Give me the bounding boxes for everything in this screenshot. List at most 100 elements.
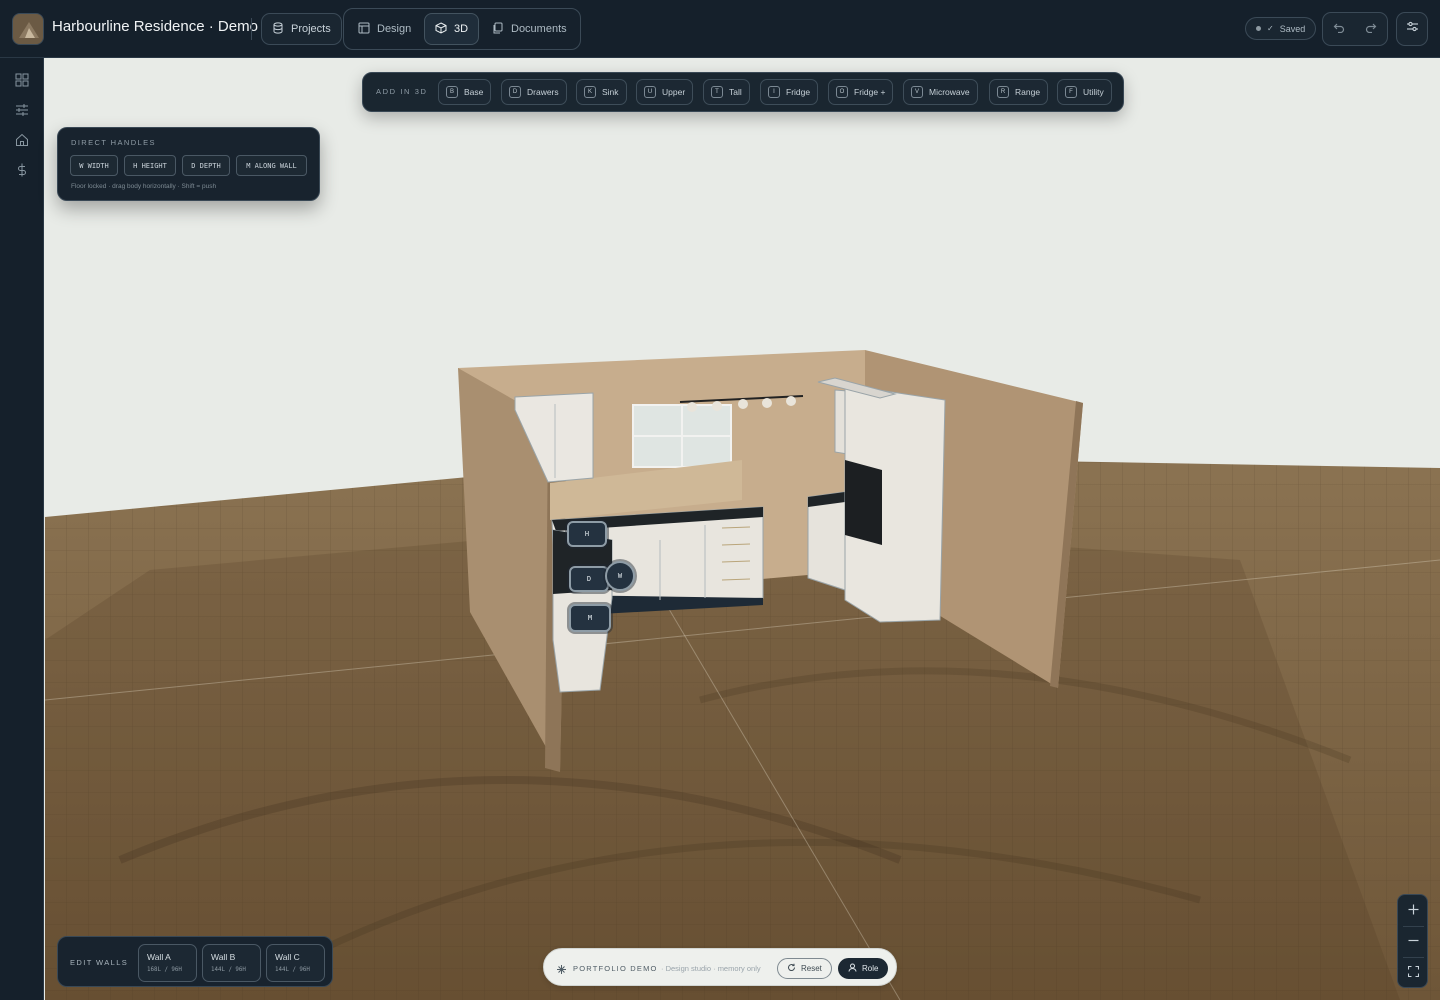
view-mode-group: Design 3D Documents xyxy=(343,8,581,50)
layout-icon xyxy=(358,22,370,37)
plus-icon xyxy=(1408,902,1419,920)
add-button-label: Drawers xyxy=(527,87,559,97)
panel-title: EDIT WALLS xyxy=(70,958,129,967)
top-bar: Harbourline Residence · Demo Projects De… xyxy=(0,0,1440,58)
shortcut-key: T xyxy=(711,86,723,98)
undo-icon[interactable] xyxy=(1333,20,1345,38)
add-button-label: Base xyxy=(464,87,484,97)
expand-icon xyxy=(1407,964,1420,982)
fullscreen-button[interactable] xyxy=(1398,957,1429,988)
add-button-label: Microwave xyxy=(929,87,970,97)
projects-label: Projects xyxy=(291,23,331,35)
width-handle-chip[interactable]: W WIDTH xyxy=(70,155,118,176)
shortcut-key: I xyxy=(768,86,780,98)
add-in-3d-toolbar: ADD IN 3D B Base D Drawers K Sink U Upper TT… xyxy=(362,72,1124,112)
settings-button[interactable] xyxy=(1396,12,1428,46)
documents-icon xyxy=(492,22,504,37)
wall-dimensions: 144L / 96H xyxy=(211,967,246,973)
database-icon xyxy=(272,21,284,37)
demo-label: PORTFOLIO DEMO xyxy=(573,964,658,973)
demo-subtitle: · Design studio · memory only xyxy=(661,964,761,973)
role-label: Role xyxy=(862,964,879,973)
save-status-badge: ✓ Saved xyxy=(1245,17,1317,40)
add-button-label: Tall xyxy=(729,87,742,97)
shortcut-key: F xyxy=(1065,86,1077,98)
shortcut-key: D xyxy=(509,86,521,98)
add-upper-button[interactable]: U Upper xyxy=(636,79,694,105)
depth-handle-chip[interactable]: D DEPTH xyxy=(182,155,230,176)
add-tall-button[interactable]: T Tall xyxy=(703,79,750,105)
edit-walls-panel: EDIT WALLS Wall A 168L / 96H Wall B 144L… xyxy=(57,936,333,987)
dollar-icon[interactable] xyxy=(13,161,31,179)
wall-b-button[interactable]: Wall B 144L / 96H xyxy=(202,944,261,982)
app-logo[interactable] xyxy=(12,13,44,45)
divider xyxy=(251,18,252,40)
minus-icon xyxy=(1408,933,1419,951)
shortcut-key: R xyxy=(997,86,1009,98)
wall-name: Wall C xyxy=(275,952,300,962)
width-handle[interactable]: W xyxy=(605,561,635,591)
sparkle-icon xyxy=(556,962,567,980)
add-button-label: Fridge + xyxy=(854,87,886,97)
add-fridge-button[interactable]: I Fridge xyxy=(760,79,819,105)
reset-label: Reset xyxy=(801,964,822,973)
tab-3d-label: 3D xyxy=(454,23,469,35)
panel-title: DIRECT HANDLES xyxy=(71,138,156,147)
cube-icon xyxy=(435,21,447,37)
sliders-icon xyxy=(1406,20,1419,38)
add-range-button[interactable]: R Range xyxy=(989,79,1049,105)
saved-label: Saved xyxy=(1279,23,1306,34)
height-handle-chip[interactable]: H HEIGHT xyxy=(124,155,176,176)
refresh-icon xyxy=(787,963,796,974)
add3d-label: ADD IN 3D xyxy=(376,87,428,96)
history-group xyxy=(1322,12,1388,46)
shortcut-key: U xyxy=(644,86,656,98)
portfolio-demo-bar: PORTFOLIO DEMO · Design studio · memory … xyxy=(543,948,897,986)
projects-button[interactable]: Projects xyxy=(261,13,342,45)
zoom-controls xyxy=(1397,894,1428,988)
height-handle[interactable]: H xyxy=(567,521,607,547)
zoom-in-button[interactable] xyxy=(1398,895,1429,926)
add-base-button[interactable]: B Base xyxy=(438,79,492,105)
redo-icon[interactable] xyxy=(1365,20,1377,38)
role-button[interactable]: Role xyxy=(838,958,889,979)
app-title: Harbourline Residence · Demo xyxy=(52,18,258,35)
handles-hint: Floor locked · drag body horizontally · … xyxy=(71,183,217,190)
add-utility-button[interactable]: F Utility xyxy=(1057,79,1112,105)
tab-design[interactable]: Design xyxy=(348,13,421,45)
shortcut-key: O xyxy=(836,86,848,98)
wall-name: Wall B xyxy=(211,952,236,962)
left-sidebar xyxy=(0,58,44,1000)
add-button-label: Sink xyxy=(602,87,619,97)
zoom-out-button[interactable] xyxy=(1398,926,1429,957)
wall-c-button[interactable]: Wall C 144L / 96H xyxy=(266,944,325,982)
move-along-wall-handle[interactable]: M xyxy=(569,604,611,632)
tab-design-label: Design xyxy=(377,23,412,35)
add-drawers-button[interactable]: D Drawers xyxy=(501,79,567,105)
add-button-label: Fridge xyxy=(786,87,811,97)
grid-icon[interactable] xyxy=(13,71,31,89)
tab-documents[interactable]: Documents xyxy=(482,13,577,45)
add-fridge-plus-button[interactable]: O Fridge + xyxy=(828,79,894,105)
direct-handles-panel: DIRECT HANDLES W WIDTH H HEIGHT D DEPTH … xyxy=(57,127,320,201)
shortcut-key: B xyxy=(446,86,458,98)
wall-a-button[interactable]: Wall A 168L / 96H xyxy=(138,944,197,982)
depth-handle[interactable]: D xyxy=(569,566,609,592)
user-icon xyxy=(848,963,857,974)
add-button-label: Upper xyxy=(662,87,686,97)
reset-button[interactable]: Reset xyxy=(777,958,832,979)
shortcut-key: V xyxy=(911,86,923,98)
adjustments-icon[interactable] xyxy=(13,101,31,119)
shortcut-key: K xyxy=(584,86,596,98)
status-dot xyxy=(1256,26,1261,31)
wall-name: Wall A xyxy=(147,952,171,962)
tab-3d[interactable]: 3D xyxy=(424,13,480,45)
add-sink-button[interactable]: K Sink xyxy=(576,79,627,105)
add-microwave-button[interactable]: V Microwave xyxy=(903,79,978,105)
along-wall-handle-chip[interactable]: M ALONG WALL xyxy=(236,155,307,176)
wall-dimensions: 168L / 96H xyxy=(147,967,182,973)
home-icon[interactable] xyxy=(13,131,31,149)
add-button-label: Utility xyxy=(1083,87,1104,97)
check-icon: ✓ xyxy=(1267,24,1274,33)
wall-dimensions: 144L / 96H xyxy=(275,967,310,973)
